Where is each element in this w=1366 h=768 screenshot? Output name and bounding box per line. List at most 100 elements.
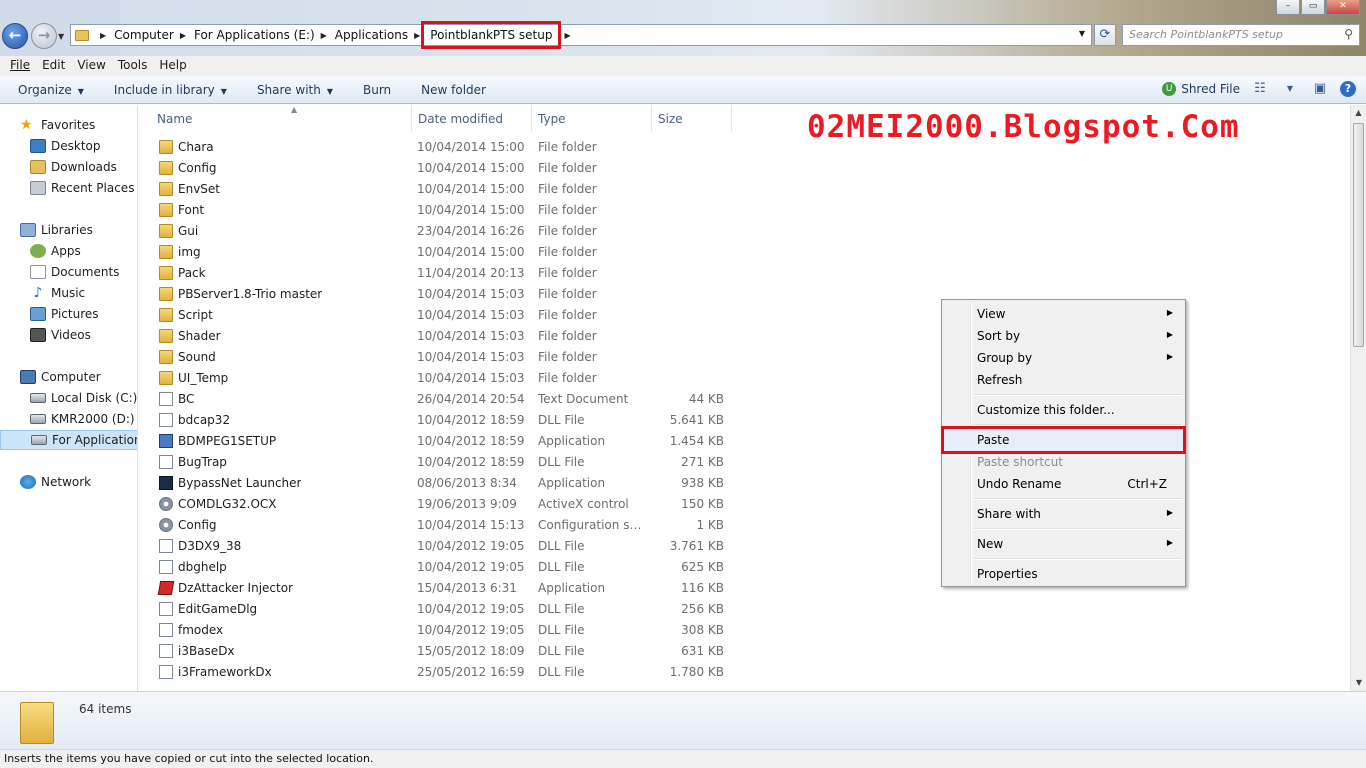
burn-button[interactable]: Burn	[345, 83, 391, 97]
star-icon: ★	[20, 117, 33, 133]
column-header-date-modified[interactable]: Date modified	[412, 105, 532, 131]
breadcrumb-root-arrow[interactable]: ▶	[94, 31, 114, 40]
file-row[interactable]: Config 10/04/2014 15:00 File folder	[149, 158, 739, 179]
file-row[interactable]: bdcap32 10/04/2012 18:59 DLL File 5.641 KB	[149, 410, 739, 431]
file-row[interactable]: Script 10/04/2014 15:03 File folder	[149, 305, 739, 326]
breadcrumb-for-applications[interactable]: For Applications (E:) ▶	[194, 28, 335, 42]
new-folder-button[interactable]: New folder	[403, 83, 486, 97]
column-header-size[interactable]: Size	[652, 105, 732, 131]
file-row[interactable]: D3DX9_38 10/04/2012 19:05 DLL File 3.761 KB	[149, 536, 739, 557]
chevron-right-icon[interactable]: ▶	[180, 31, 186, 40]
nav-downloads[interactable]: Downloads	[0, 157, 137, 177]
file-row[interactable]: BugTrap 10/04/2012 18:59 DLL File 271 KB	[149, 452, 739, 473]
file-date-modified: 10/04/2012 19:05	[417, 560, 525, 574]
include-in-library-button[interactable]: Include in library ▼	[96, 83, 227, 97]
ctx-share-with[interactable]: Share with ▶	[944, 503, 1183, 525]
file-row[interactable]: UI_Temp 10/04/2014 15:03 File folder	[149, 368, 739, 389]
file-row[interactable]: Chara 10/04/2014 15:00 File folder	[149, 137, 739, 158]
ctx-sort-by[interactable]: Sort by ▶	[944, 325, 1183, 347]
file-row[interactable]: Font 10/04/2014 15:00 File folder	[149, 200, 739, 221]
file-row[interactable]: Pack 11/04/2014 20:13 File folder	[149, 263, 739, 284]
file-row[interactable]: COMDLG32.OCX 19/06/2013 9:09 ActiveX contr…	[149, 494, 739, 515]
file-row[interactable]: EditGameDlg 10/04/2012 19:05 DLL File 256 K…	[149, 599, 739, 620]
file-type: DLL File	[538, 602, 585, 616]
close-button[interactable]: ✕	[1326, 0, 1360, 15]
minimize-button[interactable]: –	[1276, 0, 1300, 15]
ctx-new[interactable]: New ▶	[944, 533, 1183, 555]
nav-libraries[interactable]: Libraries	[0, 220, 137, 240]
nav-desktop[interactable]: Desktop	[0, 136, 137, 156]
nav-music[interactable]: ♪ Music	[0, 283, 137, 303]
search-input[interactable]: Search PointblankPTS setup ⚲	[1122, 24, 1360, 46]
search-icon[interactable]: ⚲	[1344, 27, 1353, 41]
share-with-button[interactable]: Share with ▼	[239, 83, 333, 97]
nav-documents[interactable]: Documents	[0, 262, 137, 282]
file-size: 1 KB	[696, 518, 724, 532]
organize-button[interactable]: Organize ▼	[0, 83, 84, 97]
refresh-button[interactable]: ⟳	[1094, 24, 1116, 46]
shred-file-button[interactable]: U Shred File	[1162, 82, 1240, 96]
menu-file[interactable]: File	[4, 56, 36, 76]
file-row[interactable]: img 10/04/2014 15:00 File folder	[149, 242, 739, 263]
menu-view[interactable]: View	[71, 56, 111, 76]
scroll-down-icon[interactable]: ▼	[1351, 675, 1366, 691]
ctx-view[interactable]: View ▶	[944, 303, 1183, 325]
nav-local-disk-c[interactable]: Local Disk (C:)	[0, 388, 137, 408]
help-icon[interactable]: ?	[1340, 81, 1356, 97]
breadcrumb-computer[interactable]: Computer ▶	[114, 28, 194, 42]
address-dropdown-icon[interactable]: ▼	[1079, 29, 1085, 38]
preview-pane-icon[interactable]: ▣	[1310, 80, 1330, 98]
file-icon	[159, 413, 173, 427]
file-row[interactable]: Sound 10/04/2014 15:03 File folder	[149, 347, 739, 368]
column-header-name[interactable]: Name ▲	[151, 105, 412, 131]
ctx-undo-rename[interactable]: Undo Rename Ctrl+Z	[944, 473, 1183, 495]
recent-pages-dropdown-icon[interactable]: ▼	[58, 32, 64, 41]
file-row[interactable]: BypassNet Launcher 08/06/2013 8:34 Applica…	[149, 473, 739, 494]
nav-videos[interactable]: Videos	[0, 325, 137, 345]
ctx-refresh[interactable]: Refresh	[944, 369, 1183, 391]
maximize-button[interactable]: ▭	[1301, 0, 1325, 15]
file-row[interactable]: Gui 23/04/2014 16:26 File folder	[149, 221, 739, 242]
breadcrumb-applications[interactable]: Applications ▶	[335, 28, 428, 42]
file-row[interactable]: i3BaseDx 15/05/2012 18:09 DLL File 631 KB	[149, 641, 739, 662]
address-bar[interactable]: ▶ Computer ▶ For Applications (E:) ▶ Appli…	[70, 21, 1092, 49]
ctx-properties[interactable]: Properties	[944, 563, 1183, 585]
nav-recent-places[interactable]: Recent Places	[0, 178, 137, 198]
forward-button[interactable]: →	[31, 23, 57, 49]
scroll-up-icon[interactable]: ▲	[1351, 105, 1366, 121]
nav-for-applications-e[interactable]: For Applications	[0, 430, 137, 450]
nav-network[interactable]: Network	[0, 472, 137, 492]
file-row[interactable]: DzAttacker Injector 15/04/2013 6:31 Applic…	[149, 578, 739, 599]
file-row[interactable]: Config 10/04/2014 15:13 Configuration sett…	[149, 515, 739, 536]
menu-tools[interactable]: Tools	[112, 56, 154, 76]
chevron-right-icon[interactable]: ▶	[564, 31, 570, 40]
file-row[interactable]: BC 26/04/2014 20:54 Text Document 44 KB	[149, 389, 739, 410]
nav-pictures[interactable]: Pictures	[0, 304, 137, 324]
file-row[interactable]: i3FrameworkDx 25/05/2012 16:59 DLL File 1.7…	[149, 662, 739, 683]
file-row[interactable]: fmodex 10/04/2012 19:05 DLL File 308 KB	[149, 620, 739, 641]
change-view-icon[interactable]: ☷	[1250, 80, 1270, 98]
ctx-group-by[interactable]: Group by ▶	[944, 347, 1183, 369]
scroll-thumb[interactable]	[1353, 123, 1364, 347]
nav-favorites[interactable]: ★ Favorites	[0, 115, 137, 135]
nav-apps[interactable]: Apps	[0, 241, 137, 261]
menu-edit[interactable]: Edit	[36, 56, 71, 76]
file-row[interactable]: PBServer1.8-Trio master 10/04/2014 15:03 F…	[149, 284, 739, 305]
nav-kmr2000-d[interactable]: KMR2000 (D:)	[0, 409, 137, 429]
chevron-right-icon[interactable]: ▶	[414, 31, 420, 40]
vertical-scrollbar[interactable]: ▲ ▼	[1350, 105, 1366, 691]
column-header-type[interactable]: Type	[532, 105, 652, 131]
nav-computer[interactable]: Computer	[0, 367, 137, 387]
file-row[interactable]: Shader 10/04/2014 15:03 File folder	[149, 326, 739, 347]
view-options-dropdown-icon[interactable]: ▼	[1280, 80, 1300, 98]
chevron-right-icon: ▶	[100, 30, 107, 40]
file-row[interactable]: EnvSet 10/04/2014 15:00 File folder	[149, 179, 739, 200]
menu-help[interactable]: Help	[153, 56, 192, 76]
file-row[interactable]: BDMPEG1SETUP 10/04/2012 18:59 Application 1…	[149, 431, 739, 452]
ctx-paste[interactable]: Paste	[941, 426, 1186, 454]
file-row[interactable]: dbghelp 10/04/2012 19:05 DLL File 625 KB	[149, 557, 739, 578]
ctx-customize-folder[interactable]: Customize this folder...	[944, 399, 1183, 421]
back-button[interactable]: ←	[2, 23, 28, 49]
breadcrumb-pointblankpts-setup[interactable]: PointblankPTS setup ▶	[421, 21, 578, 49]
chevron-right-icon[interactable]: ▶	[321, 31, 327, 40]
